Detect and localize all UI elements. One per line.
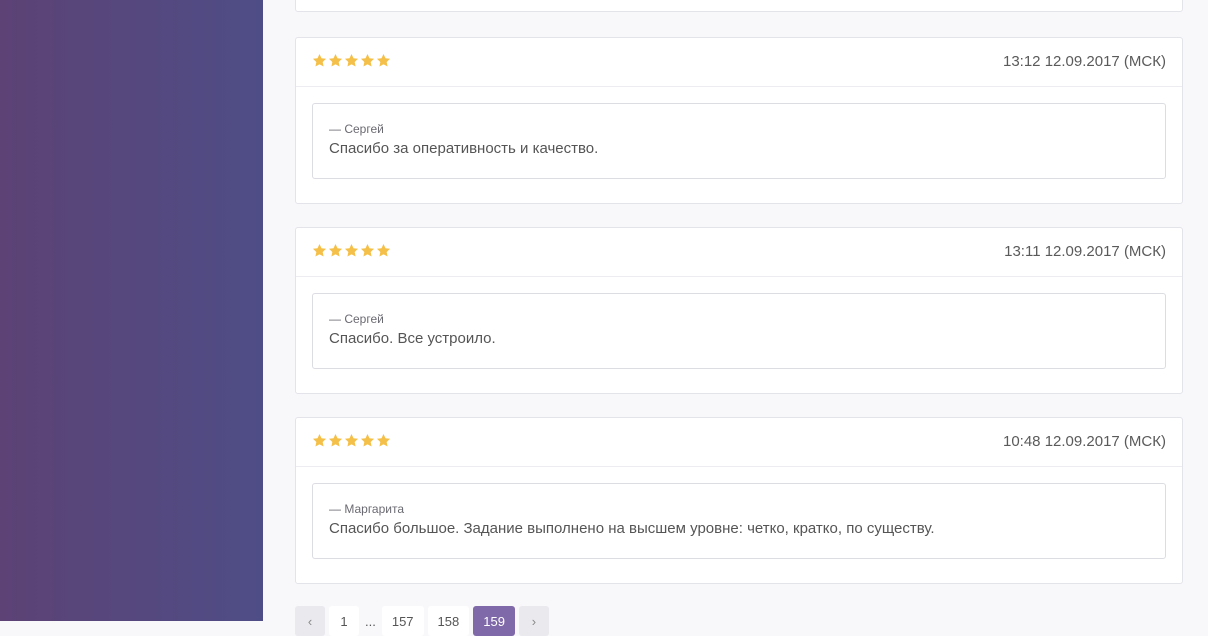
pagination: ‹ 1 ... 157 158 159 › xyxy=(295,606,549,636)
review-text: Спасибо большое. Задание выполнено на вы… xyxy=(329,520,935,537)
review-text: Спасибо за оперативность и качество. xyxy=(329,140,599,157)
star-icon xyxy=(344,53,359,67)
review-quote: — Маргарита Спасибо большое. Задание вып… xyxy=(312,483,1166,559)
review-author: — Сергей xyxy=(329,122,384,136)
star-icon xyxy=(344,243,359,257)
review-author: — Сергей xyxy=(329,312,384,326)
rating-stars xyxy=(312,243,391,258)
star-icon xyxy=(360,433,375,447)
review-card: 13:12 12.09.2017 (МСК) — Сергей Спасибо … xyxy=(295,37,1183,204)
star-icon xyxy=(376,433,391,447)
review-text: Спасибо. Все устроило. xyxy=(329,330,496,347)
page-link-first[interactable]: 1 xyxy=(329,606,359,636)
review-date: 13:11 12.09.2017 (МСК) xyxy=(1004,243,1166,260)
star-icon xyxy=(312,243,327,257)
review-card: 10:48 12.09.2017 (МСК) — Маргарита Спаси… xyxy=(295,417,1183,584)
page-link[interactable]: 158 xyxy=(427,606,470,636)
review-date: 13:12 12.09.2017 (МСК) xyxy=(1002,53,1166,70)
star-icon xyxy=(360,53,375,67)
star-icon xyxy=(328,433,343,447)
page-link-current[interactable]: 159 xyxy=(473,606,515,636)
chevron-right-icon[interactable]: › xyxy=(518,606,549,636)
review-header: 13:12 12.09.2017 (МСК) xyxy=(296,38,1182,87)
star-icon xyxy=(312,433,327,447)
main-content: 13:12 12.09.2017 (МСК) — Сергей Спасибо … xyxy=(263,0,1208,636)
star-icon xyxy=(376,53,391,67)
page-link[interactable]: 157 xyxy=(381,606,424,636)
pagination-ellipsis: ... xyxy=(365,614,376,629)
review-quote: — Сергей Спасибо. Все устроило. xyxy=(312,293,1166,369)
star-icon xyxy=(312,53,327,67)
review-header: 10:48 12.09.2017 (МСК) xyxy=(296,418,1182,467)
review-date: 10:48 12.09.2017 (МСК) xyxy=(1002,433,1166,450)
review-author: — Маргарита xyxy=(329,502,405,516)
review-card: 13:11 12.09.2017 (МСК) — Сергей Спасибо.… xyxy=(295,227,1183,394)
star-icon xyxy=(328,243,343,257)
review-card-partial xyxy=(295,0,1183,12)
review-header: 13:11 12.09.2017 (МСК) xyxy=(296,228,1182,277)
star-icon xyxy=(328,53,343,67)
star-icon xyxy=(376,243,391,257)
star-icon xyxy=(344,433,359,447)
review-quote: — Сергей Спасибо за оперативность и каче… xyxy=(312,103,1166,179)
chevron-left-icon[interactable]: ‹ xyxy=(295,606,325,636)
rating-stars xyxy=(312,53,391,68)
star-icon xyxy=(360,243,375,257)
sidebar xyxy=(0,0,263,621)
rating-stars xyxy=(312,433,391,448)
